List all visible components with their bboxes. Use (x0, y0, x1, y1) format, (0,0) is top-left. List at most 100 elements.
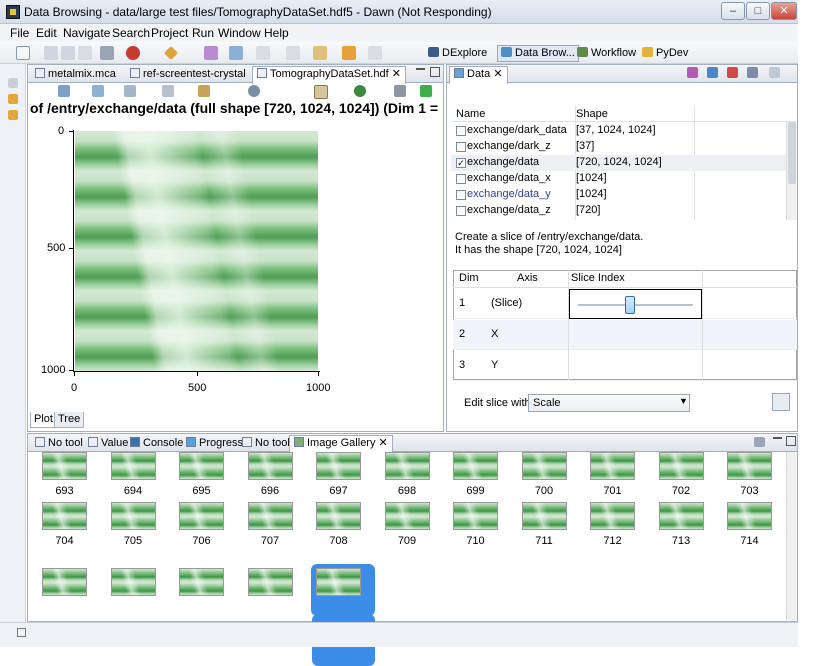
print-icon[interactable] (78, 46, 92, 60)
tab-metalmix[interactable]: metalmix.mca (30, 66, 121, 83)
gallery-thumbnail[interactable] (42, 452, 87, 480)
save-all-icon[interactable] (61, 46, 75, 60)
menu-run[interactable]: Run (192, 26, 214, 40)
gallery-thumbnail[interactable] (727, 452, 772, 480)
zoom-icon[interactable] (248, 85, 260, 97)
gallery-thumbnail[interactable] (316, 502, 361, 530)
forward-arrow-icon[interactable] (368, 46, 382, 60)
edit-slice-select[interactable]: Scale ▼ (528, 394, 690, 412)
export-icon[interactable] (420, 85, 432, 97)
gallery-thumbnail[interactable] (110, 568, 156, 596)
folder-icon[interactable] (8, 94, 18, 104)
gallery-thumbnail[interactable] (179, 502, 224, 530)
slice-row[interactable]: 3 Y (453, 351, 797, 381)
tree-row[interactable]: exchange/dark_data [37, 1024, 1024] (451, 123, 786, 139)
tab-tree[interactable]: Tree (54, 412, 85, 428)
menu-file[interactable]: File (10, 26, 29, 40)
maximize-view-icon[interactable] (430, 67, 440, 77)
view-action-icon[interactable] (707, 67, 718, 78)
menu-help[interactable]: Help (264, 26, 289, 40)
view-menu-icon[interactable] (769, 67, 780, 78)
tab-no-tool[interactable]: No tool (30, 435, 88, 452)
gallery-thumbnail[interactable] (521, 502, 567, 530)
gallery-thumbnail[interactable] (110, 452, 156, 480)
tree-scrollbar[interactable] (786, 122, 797, 220)
maximize-view-icon[interactable] (786, 436, 796, 446)
gallery-thumbnail[interactable] (384, 452, 430, 480)
perspective-pydev[interactable]: PyDev (638, 45, 692, 62)
back-arrow-icon[interactable] (342, 46, 356, 60)
gallery-thumbnail[interactable] (247, 452, 293, 480)
tab-no-tool-2[interactable]: No tool (237, 435, 295, 452)
select-icon[interactable] (162, 85, 174, 97)
tree-row[interactable]: exchange/data_x [1024] (451, 171, 786, 187)
tab-data[interactable]: Data ✕ (449, 66, 508, 84)
gallery-thumbnail[interactable] (110, 502, 156, 530)
menu-edit[interactable]: Edit (36, 26, 57, 40)
gallery-thumbnail[interactable] (247, 568, 293, 596)
gallery-thumbnail[interactable] (384, 502, 430, 530)
gallery-thumbnail[interactable] (247, 502, 293, 530)
row-checkbox[interactable] (456, 142, 466, 152)
chevron-down-icon[interactable]: ▼ (679, 396, 688, 406)
undo-icon[interactable] (354, 85, 366, 97)
slice-index-slider[interactable] (569, 289, 702, 319)
new-icon[interactable] (16, 46, 30, 60)
gallery-thumbnail[interactable] (658, 502, 704, 530)
project-icon[interactable] (8, 110, 18, 120)
run-icon[interactable] (126, 46, 140, 60)
close-tab-icon[interactable]: ✕ (379, 437, 388, 449)
close-tab-icon[interactable]: ✕ (392, 68, 401, 80)
menu-navigate[interactable]: Navigate (63, 26, 110, 40)
print-plot-icon[interactable] (394, 85, 406, 97)
home-icon[interactable] (229, 46, 243, 60)
gallery-thumbnail[interactable] (316, 568, 361, 596)
maximize-button[interactable]: □ (746, 2, 770, 20)
axis-icon[interactable] (124, 85, 136, 97)
gallery-scrollbar[interactable] (786, 452, 797, 620)
chart-icon[interactable] (204, 46, 218, 60)
gallery-thumbnail[interactable] (316, 452, 361, 480)
menu-search[interactable]: Search (112, 26, 150, 40)
row-checkbox[interactable] (456, 126, 466, 136)
tab-tomography[interactable]: TomographyDataSet.hdf ✕ (252, 66, 406, 84)
gallery-thumbnail[interactable] (179, 452, 224, 480)
disk-icon[interactable] (100, 46, 114, 60)
tab-console[interactable]: Console (125, 435, 188, 452)
gallery-thumbnail[interactable] (42, 502, 87, 530)
print-gallery-icon[interactable] (754, 437, 765, 447)
perspective-data-browsing[interactable]: Data Brow... (497, 45, 579, 62)
crop-icon[interactable] (198, 85, 210, 97)
save-icon[interactable] (44, 46, 58, 60)
status-icon[interactable] (17, 628, 26, 637)
row-checkbox[interactable] (456, 190, 466, 200)
scroll-thumb[interactable] (788, 122, 796, 184)
view-action-icon[interactable] (727, 67, 738, 78)
gallery-thumbnail[interactable] (453, 502, 498, 530)
tree-row[interactable]: exchange/data_y [1024] (451, 187, 786, 203)
hand-icon[interactable] (314, 85, 328, 99)
tab-ref-screentest[interactable]: ref-screentest-crystal (125, 66, 251, 83)
wand-icon[interactable] (163, 45, 179, 61)
minimize-button[interactable]: – (721, 2, 745, 20)
edit-icon[interactable] (286, 46, 300, 60)
tree-row-selected[interactable]: ✓ exchange/data [720, 1024, 1024] (451, 155, 786, 171)
gallery-thumbnail[interactable] (521, 452, 567, 480)
tab-image-gallery[interactable]: Image Gallery ✕ (289, 435, 393, 453)
tree-row[interactable]: exchange/dark_z [37] (451, 139, 786, 155)
slider-thumb[interactable] (625, 296, 635, 314)
row-checkbox[interactable] (456, 206, 466, 216)
row-checkbox[interactable] (456, 174, 466, 184)
nav-back-icon[interactable] (313, 46, 327, 60)
menu-window[interactable]: Window (218, 26, 261, 40)
close-tab-icon[interactable]: ✕ (493, 68, 502, 80)
gallery-thumbnail[interactable] (727, 502, 772, 530)
pan-icon[interactable] (92, 85, 104, 97)
tab-plot[interactable]: Plot (30, 412, 57, 428)
perspective-dexplore[interactable]: DExplore (424, 45, 491, 62)
gallery-thumbnail[interactable] (590, 452, 635, 480)
menu-project[interactable]: Project (151, 26, 188, 40)
slice-settings-button[interactable] (772, 393, 790, 411)
row-checkbox-checked[interactable]: ✓ (456, 158, 466, 168)
gallery-thumbnail[interactable] (453, 452, 498, 480)
